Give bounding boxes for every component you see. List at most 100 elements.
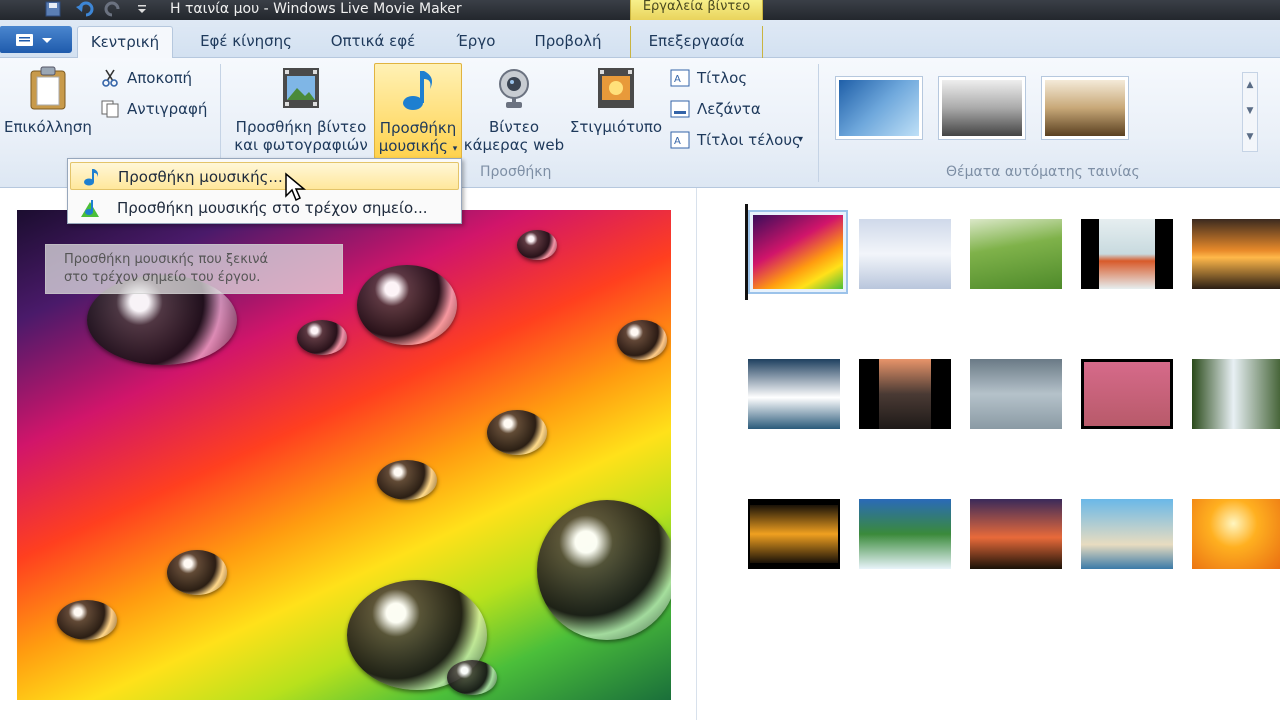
theme-thumbnail-black-white[interactable]	[938, 76, 1026, 140]
storyboard-clip[interactable]	[859, 499, 951, 569]
undo-icon[interactable]	[76, 1, 94, 17]
tab-edit[interactable]: Επεξεργασία	[630, 26, 763, 58]
window-title: Η ταινία μου - Windows Live Movie Maker	[170, 1, 462, 17]
storyboard	[698, 188, 1280, 720]
tab-project[interactable]: Έργο	[446, 26, 506, 58]
clip-thumbnail	[1192, 219, 1280, 289]
music-note-icon	[403, 71, 432, 110]
customize-qat-icon[interactable]	[133, 1, 151, 17]
water-drop	[297, 320, 347, 355]
title-icon: A	[670, 69, 690, 87]
menu-item-add-music-at-current-point[interactable]: Προσθήκη μουσικής στο τρέχον σημείο...	[70, 194, 459, 222]
water-drop	[357, 265, 457, 345]
tab-view[interactable]: Προβολή	[524, 26, 612, 58]
storyboard-clip[interactable]	[1192, 499, 1280, 569]
credits-label: Τίτλοι τέλους	[697, 131, 801, 149]
group-label-auto-themes: Θέματα αυτόματης ταινίας	[946, 164, 1140, 180]
add-videos-photos-button[interactable]: Προσθήκη βίντεο και φωτογραφιών	[228, 66, 374, 154]
water-drop	[447, 660, 497, 695]
scissors-icon	[102, 69, 118, 87]
add-music-button[interactable]: Προσθήκη μουσικής ▾	[374, 63, 462, 159]
clip-thumbnail	[750, 505, 838, 563]
clip-thumbnail	[1084, 362, 1170, 426]
scroll-up-icon[interactable]: ▲	[1243, 73, 1257, 99]
app-menu-icon	[16, 34, 52, 46]
storyboard-clip[interactable]	[1192, 359, 1280, 429]
add-videos-label-line2: και φωτογραφιών	[234, 136, 368, 154]
caption-icon	[670, 100, 690, 118]
save-icon[interactable]	[44, 1, 62, 17]
storyboard-clip[interactable]	[748, 210, 848, 294]
redo-icon[interactable]	[104, 1, 122, 17]
water-drop	[487, 410, 547, 455]
water-drop	[167, 550, 227, 595]
gallery-expand-icon[interactable]: ▼	[1243, 125, 1257, 151]
add-video-photo-icon	[283, 68, 319, 108]
snapshot-label: Στιγμιότυπο	[569, 118, 663, 136]
storyboard-clip[interactable]	[1081, 499, 1173, 569]
storyboard-clip[interactable]	[970, 219, 1062, 289]
water-drop	[617, 320, 667, 360]
clip-thumbnail	[859, 219, 951, 289]
water-drop	[57, 600, 117, 640]
music-note-current-point-icon	[81, 200, 99, 217]
storyboard-clip[interactable]	[1081, 219, 1173, 289]
theme-preview-image	[1045, 80, 1125, 136]
clip-thumbnail	[1192, 499, 1280, 569]
menu-item-label: Προσθήκη μουσικής...	[118, 168, 283, 186]
add-music-dropdown-menu: Προσθήκη μουσικής... Προσθήκη μουσικής σ…	[67, 158, 462, 224]
tab-animations[interactable]: Εφέ κίνησης	[186, 26, 306, 58]
cut-label: Αποκοπή	[127, 69, 193, 87]
contextual-tab-group: Εργαλεία βίντεο	[630, 0, 763, 22]
add-music-label-line2: μουσικής ▾	[378, 137, 458, 155]
scroll-down-icon[interactable]: ▼	[1243, 99, 1257, 125]
storyboard-clip[interactable]	[970, 359, 1062, 429]
webcam-label-line1: Βίντεο	[488, 118, 540, 136]
svg-text:A: A	[674, 74, 681, 85]
menu-item-label: Προσθήκη μουσικής στο τρέχον σημείο...	[117, 199, 428, 217]
svg-text:A: A	[674, 136, 681, 147]
tooltip-line1: Προσθήκη μουσικής που ξεκινά	[64, 252, 269, 267]
storyboard-clip[interactable]	[1081, 359, 1173, 429]
webcam-label-line2: κάμερας web	[463, 136, 565, 154]
tooltip: Προσθήκη μουσικής που ξεκινά στο τρέχον …	[45, 244, 343, 294]
caption-label: Λεζάντα	[697, 100, 761, 118]
add-music-label-line1: Προσθήκη	[379, 119, 457, 137]
webcam-video-button[interactable]: Βίντεο κάμερας web	[462, 66, 566, 154]
file-menu-button[interactable]	[0, 26, 72, 53]
theme-thumbnail-sepia[interactable]	[1041, 76, 1129, 140]
mouse-cursor-icon	[285, 172, 307, 202]
title-label: Τίτλος	[697, 69, 748, 87]
menu-item-add-music[interactable]: Προσθήκη μουσικής...	[70, 162, 459, 190]
storyboard-clip[interactable]	[748, 359, 840, 429]
chevron-down-icon: ▾	[452, 144, 458, 154]
snapshot-button[interactable]: Στιγμιότυπο	[566, 66, 666, 136]
storyboard-clip[interactable]	[1192, 219, 1280, 289]
storyboard-clip[interactable]	[970, 499, 1062, 569]
paste-button[interactable]: Επικόλληση	[2, 66, 94, 136]
clip-thumbnail	[1099, 219, 1155, 289]
paste-icon	[30, 66, 66, 110]
storyboard-clip[interactable]	[748, 499, 840, 569]
clip-thumbnail	[970, 359, 1062, 429]
clip-thumbnail	[970, 499, 1062, 569]
clip-thumbnail	[1081, 499, 1173, 569]
theme-gallery-scroller[interactable]: ▲ ▼ ▼	[1242, 72, 1258, 152]
water-drop	[517, 230, 557, 260]
theme-preview-image	[839, 80, 919, 136]
theme-preview-image	[942, 80, 1022, 136]
group-label-add: Προσθήκη	[480, 164, 552, 180]
storyboard-clip[interactable]	[859, 359, 951, 429]
clip-thumbnail	[859, 499, 951, 569]
ribbon-tab-row: Κεντρική Εφέ κίνησης Οπτικά εφέ Έργο Προ…	[0, 20, 1280, 59]
preview-pane: Προσθήκη μουσικής που ξεκινά στο τρέχον …	[0, 188, 697, 720]
clip-thumbnail	[1192, 359, 1280, 429]
water-drop	[377, 460, 437, 500]
storyboard-clip[interactable]	[859, 219, 951, 289]
copy-label: Αντιγραφή	[127, 100, 208, 118]
theme-thumbnail-contemporary[interactable]	[835, 76, 923, 140]
tab-visual-effects[interactable]: Οπτικά εφέ	[318, 26, 428, 58]
tab-home[interactable]: Κεντρική	[77, 26, 173, 59]
group-separator	[818, 64, 819, 182]
chevron-down-icon: ▾	[798, 134, 804, 145]
